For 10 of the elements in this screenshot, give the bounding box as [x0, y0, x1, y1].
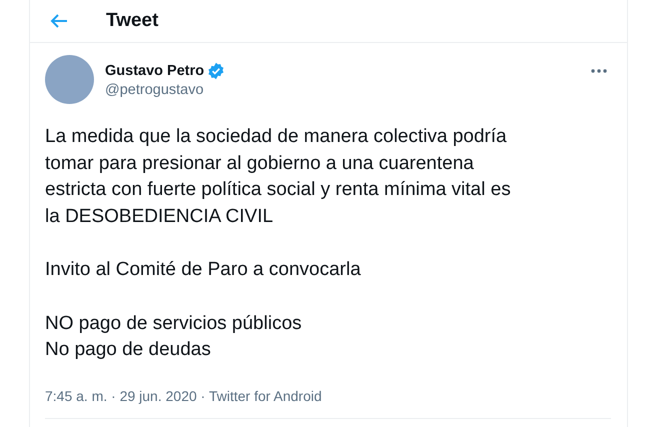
author-handle[interactable]: @petrogustavo [105, 82, 576, 98]
tweet-paragraph: La medida que la sociedad de manera colectiva podría tomar para presionar al gobierno a una cuarentena estricta con fuerte política social y renta mínima vital es la DESOBEDIENCIA CIVIL [45, 125, 512, 228]
tweet-paragraph: NO pago de servicios públicos No pago de deudas [45, 312, 303, 362]
tweet-timestamp: 7:45 a. m. · 29 jun. 2020 · Twitter for Android [45, 388, 611, 418]
more-icon [591, 68, 607, 72]
avatar[interactable] [45, 55, 94, 104]
tweet-paragraph: Invito al Comité de Paro a convocarla [45, 258, 362, 282]
author-name[interactable]: Gustavo Petro [105, 62, 204, 78]
page-title: Tweet [106, 10, 158, 32]
back-arrow-icon[interactable] [50, 13, 68, 29]
